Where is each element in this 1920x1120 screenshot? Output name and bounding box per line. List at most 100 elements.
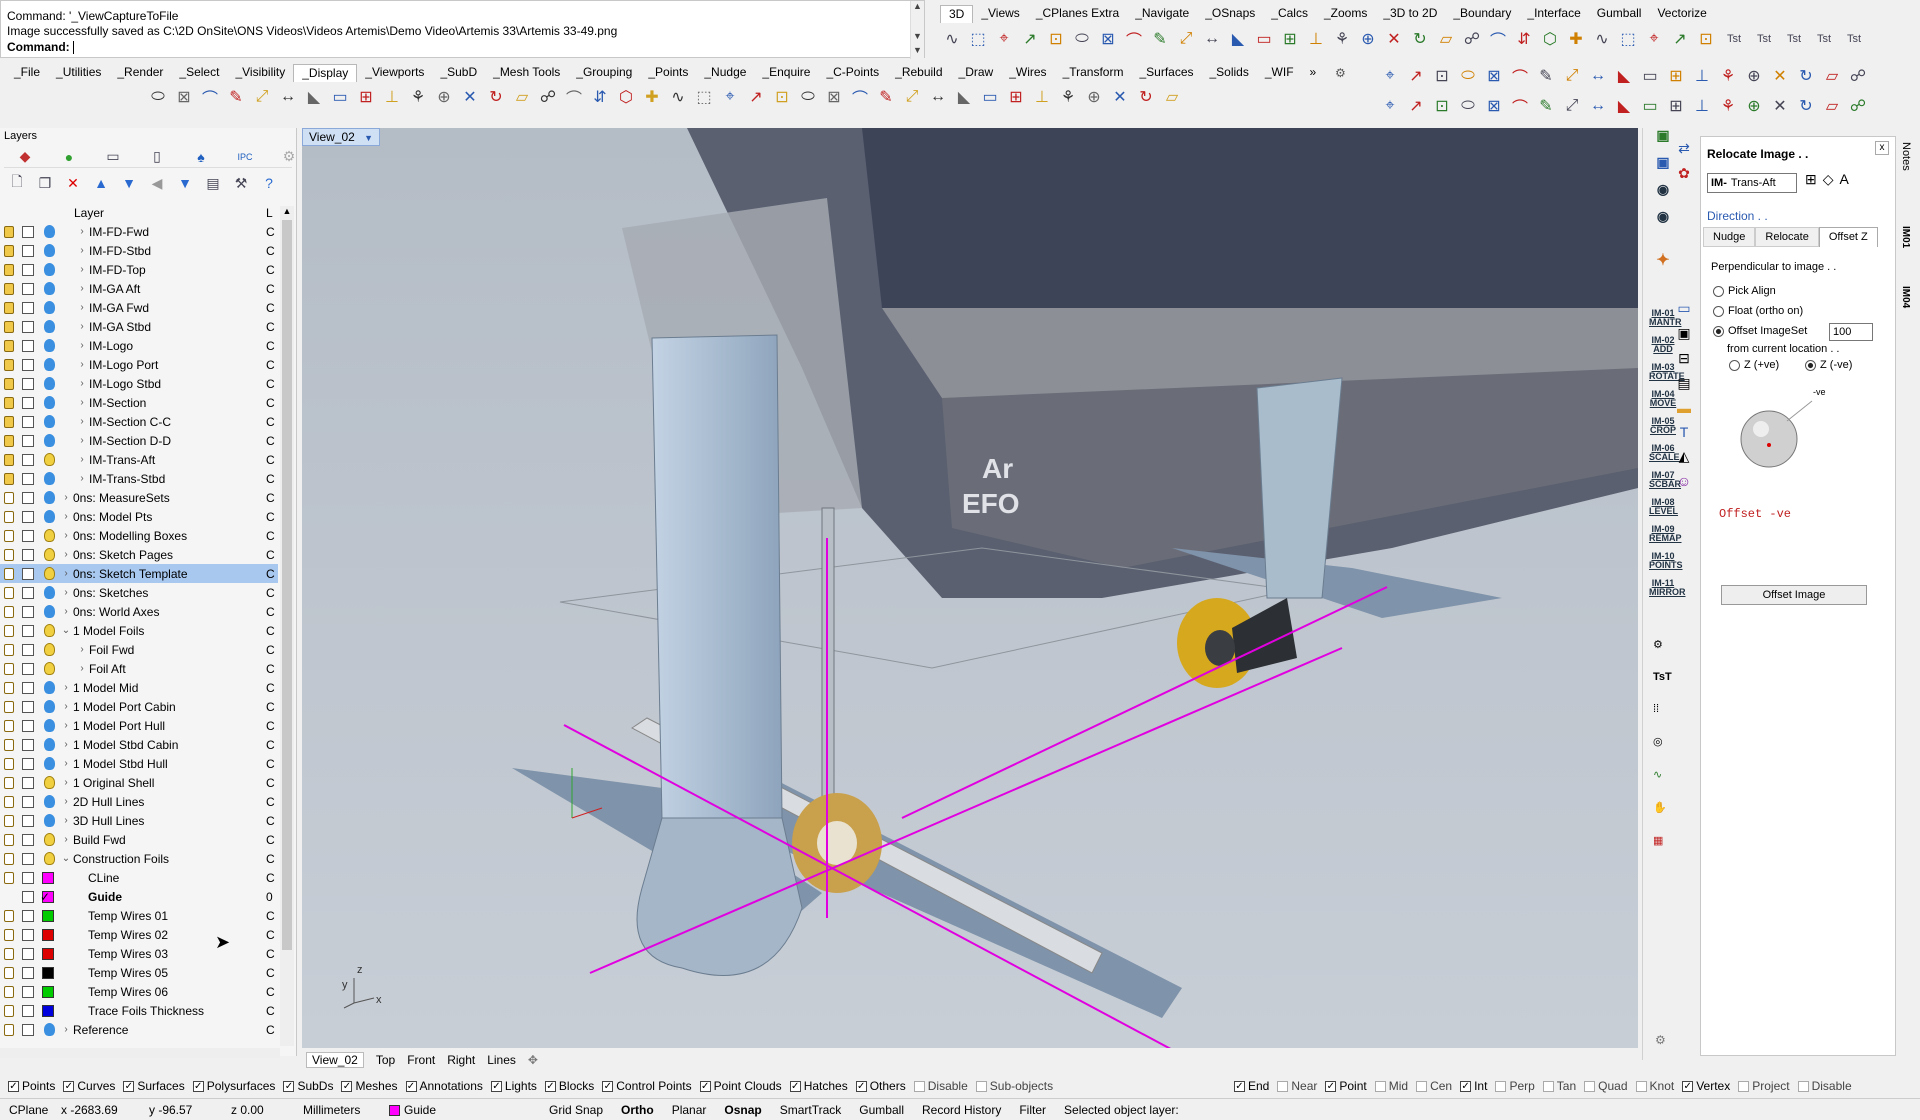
main-tab-solids[interactable]: _Solids <box>1202 64 1257 82</box>
main-tab-file[interactable]: _File <box>6 64 48 82</box>
lightbulb-icon[interactable] <box>44 795 55 808</box>
display-icon-9[interactable]: ⊞ <box>354 85 378 109</box>
main-tab-display[interactable]: _Display <box>293 64 358 82</box>
checkbox[interactable] <box>1797 1080 1809 1092</box>
collapse-chevron-icon[interactable]: › <box>59 492 73 503</box>
option-offset-imageset[interactable]: Offset ImageSet <box>1713 325 1807 337</box>
tool-top-icon-15[interactable]: ⊕ <box>1742 64 1766 88</box>
display-icon-11[interactable]: ⚘ <box>406 85 430 109</box>
layer-row[interactable]: › 3D Hull Lines C <box>0 811 278 830</box>
layer-row[interactable]: › IM-GA Fwd C <box>0 298 278 317</box>
lock-icon[interactable] <box>4 301 14 314</box>
tool-top-icon-2[interactable]: ↗ <box>1404 64 1428 88</box>
lock-icon[interactable] <box>4 947 14 960</box>
toolbar-icon-7[interactable]: ⊠ <box>1096 27 1120 51</box>
filter-quad[interactable]: Quad <box>1584 1079 1628 1093</box>
checkbox[interactable]: ✓ <box>1325 1080 1337 1092</box>
tab-nudge[interactable]: Nudge <box>1703 227 1756 247</box>
lightbulb-icon[interactable] <box>44 852 55 865</box>
collapse-chevron-icon[interactable]: › <box>59 682 73 693</box>
main-tab-enquire[interactable]: _Enquire <box>754 64 818 82</box>
lock-icon[interactable] <box>4 738 14 751</box>
tool-top-icon-4[interactable]: ⬭ <box>1456 64 1480 88</box>
visibility-checkbox[interactable] <box>22 282 34 295</box>
visibility-checkbox[interactable] <box>22 263 34 276</box>
lock-icon[interactable] <box>4 453 14 466</box>
collapse-chevron-icon[interactable]: › <box>59 739 73 750</box>
display-icon-12[interactable]: ⊕ <box>432 85 456 109</box>
filter-others[interactable]: ✓ Others <box>855 1079 906 1093</box>
toolbar-icon-24[interactable]: ⬡ <box>1538 27 1562 51</box>
layer-row[interactable]: CLine C <box>0 868 278 887</box>
visibility-checkbox[interactable] <box>22 225 34 238</box>
collapse-chevron-icon[interactable]: › <box>75 226 89 237</box>
visibility-checkbox[interactable] <box>22 244 34 257</box>
tst-button-1[interactable]: Tst <box>1720 27 1748 51</box>
display-icon-34[interactable]: ⊞ <box>1004 85 1028 109</box>
tool-top-icon-6[interactable]: ⌒ <box>1508 64 1532 88</box>
layer-row[interactable]: › IM-Logo Stbd C <box>0 374 278 393</box>
visibility-checkbox[interactable] <box>22 529 34 542</box>
lightbulb-icon[interactable] <box>44 358 55 371</box>
visibility-checkbox[interactable] <box>22 472 34 485</box>
visibility-checkbox[interactable] <box>22 339 34 352</box>
lightbulb-icon[interactable] <box>44 662 55 675</box>
color-tab-icon[interactable]: ● <box>58 146 80 168</box>
collapse-chevron-icon[interactable]: › <box>59 701 73 712</box>
tool-bottom-icon-7[interactable]: ✎ <box>1534 94 1558 118</box>
checkbox[interactable] <box>1738 1080 1750 1092</box>
main-tab-render[interactable]: _Render <box>109 64 171 82</box>
gear-red-icon[interactable]: ✿ <box>1678 165 1690 182</box>
tool-bottom-icon-10[interactable]: ◣ <box>1612 94 1636 118</box>
checkbox[interactable]: ✓ <box>699 1080 711 1092</box>
lightbulb-icon[interactable] <box>44 719 55 732</box>
tst-strip-icon[interactable]: TsT <box>1653 671 1672 683</box>
layer-color-swatch[interactable] <box>42 928 54 941</box>
visibility-checkbox[interactable] <box>22 377 34 390</box>
collapse-chevron-icon[interactable]: › <box>59 568 73 579</box>
collapse-chevron-icon[interactable]: › <box>75 283 89 294</box>
scroll-up-icon[interactable]: ▲ <box>911 1 924 15</box>
lock-icon[interactable] <box>4 282 14 295</box>
lock-icon[interactable] <box>4 244 14 257</box>
tool-bottom-icon-13[interactable]: ⊥ <box>1690 94 1714 118</box>
lock-icon[interactable] <box>4 719 14 732</box>
tool-top-icon-7[interactable]: ✎ <box>1534 64 1558 88</box>
cplane-label[interactable]: CPlane <box>0 1103 52 1117</box>
viewport-3d[interactable]: Ar EFO y z x <box>302 128 1638 1048</box>
filter-tan[interactable]: Tan <box>1542 1079 1576 1093</box>
layer-row[interactable]: Temp Wires 06 C <box>0 982 278 1001</box>
top-tab-views[interactable]: _Views <box>973 5 1027 23</box>
layer-row[interactable]: ⌄ Construction Foils C <box>0 849 278 868</box>
main-tab-c-points[interactable]: _C-Points <box>818 64 887 82</box>
toolbar-icon-25[interactable]: ✚ <box>1564 27 1588 51</box>
checkbox[interactable]: ✓ <box>1682 1080 1694 1092</box>
filter-lights[interactable]: ✓ Lights <box>490 1079 537 1093</box>
lightbulb-icon[interactable] <box>44 548 55 561</box>
view-tab-right[interactable]: Right <box>447 1053 475 1067</box>
top-tab-calcs[interactable]: _Calcs <box>1263 5 1316 23</box>
collapse-chevron-icon[interactable]: › <box>75 435 89 446</box>
toolbar-icon-28[interactable]: ⌖ <box>1642 27 1666 51</box>
display-icon-28[interactable]: ⌒ <box>848 85 872 109</box>
display-icon-7[interactable]: ◣ <box>302 85 326 109</box>
layer-row[interactable]: › 1 Original Shell C <box>0 773 278 792</box>
settings-strip-icon[interactable]: ⚙ <box>1653 638 1672 651</box>
tool-bottom-icon-6[interactable]: ⌒ <box>1508 94 1532 118</box>
display-icon-24[interactable]: ↗ <box>744 85 768 109</box>
lock-icon[interactable] <box>4 928 14 941</box>
tst-button-5[interactable]: Tst <box>1840 27 1868 51</box>
lock-icon[interactable] <box>4 472 14 485</box>
command-prompt[interactable]: Command: <box>7 40 75 55</box>
checkbox[interactable]: ✓ <box>1460 1080 1472 1092</box>
viewport-menu-chevron-icon[interactable]: ▼ <box>364 133 373 143</box>
visibility-checkbox[interactable] <box>22 491 34 504</box>
lock-icon[interactable] <box>4 586 14 599</box>
filter-vertex[interactable]: ✓ Vertex <box>1682 1079 1730 1093</box>
ruler-icon[interactable]: ▭ <box>1677 300 1690 317</box>
lock-icon[interactable] <box>4 871 14 884</box>
layer-row[interactable]: › Foil Aft C <box>0 659 278 678</box>
display-icon-40[interactable]: ▱ <box>1160 85 1184 109</box>
checkbox[interactable]: ✓ <box>855 1080 867 1092</box>
move-left-icon[interactable]: ◀ <box>146 172 168 194</box>
